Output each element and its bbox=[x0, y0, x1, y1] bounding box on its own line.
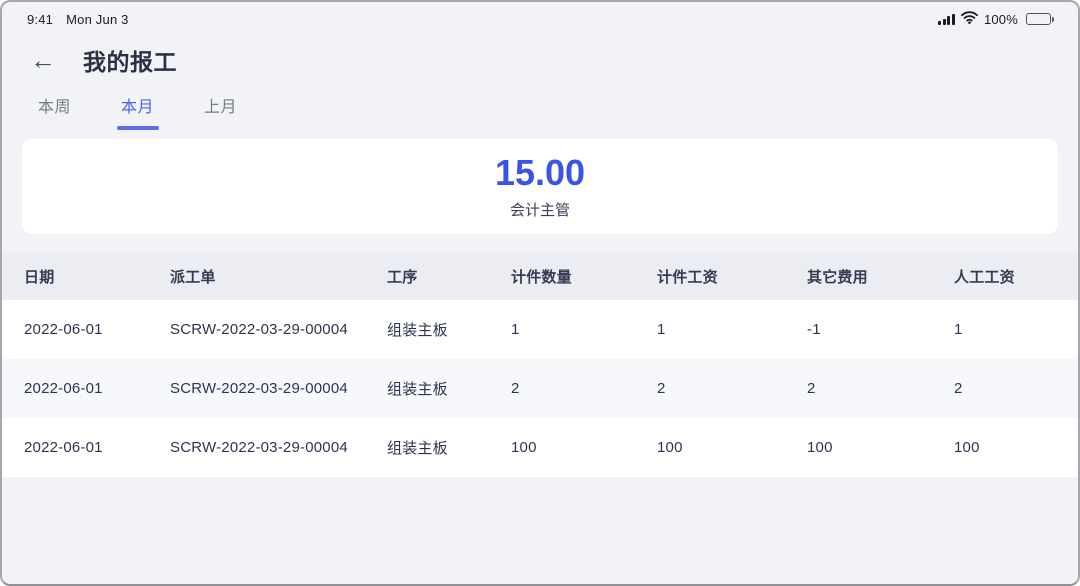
cell-process: 组装主板 bbox=[387, 378, 511, 399]
period-tabs: 本周 本月 上月 bbox=[2, 93, 1078, 130]
column-header-other-fee: 其它费用 bbox=[807, 266, 954, 287]
cell-labor-wage: 100 bbox=[954, 439, 1078, 456]
battery-percent-label: 100% bbox=[984, 12, 1018, 27]
table-row[interactable]: 2022-06-01 SCRW-2022-03-29-00004 组装主板 1 … bbox=[2, 300, 1078, 359]
column-header-date: 日期 bbox=[24, 266, 170, 287]
table-row[interactable]: 2022-06-01 SCRW-2022-03-29-00004 组装主板 10… bbox=[2, 418, 1078, 477]
cell-piece-qty: 2 bbox=[511, 380, 657, 397]
table-header-row: 日期 派工单 工序 计件数量 计件工资 其它费用 人工工资 bbox=[2, 253, 1078, 300]
tab-this-month[interactable]: 本月 bbox=[121, 93, 154, 130]
cell-other-fee: 2 bbox=[807, 380, 954, 397]
summary-total-value: 15.00 bbox=[495, 153, 585, 193]
cell-piece-wage: 2 bbox=[657, 380, 807, 397]
cell-piece-qty: 100 bbox=[511, 439, 657, 456]
column-header-labor-wage: 人工工资 bbox=[954, 266, 1078, 287]
wifi-icon bbox=[961, 11, 978, 27]
status-date: Mon Jun 3 bbox=[66, 12, 129, 27]
status-bar: 9:41 Mon Jun 3 100% bbox=[2, 2, 1078, 27]
cell-piece-qty: 1 bbox=[511, 321, 657, 338]
cell-labor-wage: 2 bbox=[954, 380, 1078, 397]
column-header-piece-wage: 计件工资 bbox=[657, 266, 807, 287]
cellular-signal-icon bbox=[938, 14, 955, 25]
summary-card: 15.00 会计主管 bbox=[22, 139, 1058, 234]
column-header-dispatch-order: 派工单 bbox=[170, 266, 387, 287]
cell-dispatch-order: SCRW-2022-03-29-00004 bbox=[170, 439, 387, 456]
cell-other-fee: -1 bbox=[807, 321, 954, 338]
cell-dispatch-order: SCRW-2022-03-29-00004 bbox=[170, 321, 387, 338]
battery-icon bbox=[1026, 13, 1054, 25]
status-time: 9:41 bbox=[27, 12, 53, 27]
table-row[interactable]: 2022-06-01 SCRW-2022-03-29-00004 组装主板 2 … bbox=[2, 359, 1078, 418]
cell-process: 组装主板 bbox=[387, 437, 511, 458]
app-screen: 9:41 Mon Jun 3 100% ← 我的报工 bbox=[0, 0, 1080, 586]
page-header: ← 我的报工 bbox=[2, 27, 1078, 77]
cell-labor-wage: 1 bbox=[954, 321, 1078, 338]
cell-date: 2022-06-01 bbox=[24, 321, 170, 338]
tab-last-month[interactable]: 上月 bbox=[204, 93, 237, 130]
column-header-process: 工序 bbox=[387, 266, 511, 287]
cell-piece-wage: 1 bbox=[657, 321, 807, 338]
column-header-piece-qty: 计件数量 bbox=[511, 266, 657, 287]
cell-process: 组装主板 bbox=[387, 319, 511, 340]
tab-this-week[interactable]: 本周 bbox=[38, 93, 71, 130]
page-title: 我的报工 bbox=[83, 43, 177, 77]
report-table: 日期 派工单 工序 计件数量 计件工资 其它费用 人工工资 2022-06-01… bbox=[2, 253, 1078, 477]
cell-dispatch-order: SCRW-2022-03-29-00004 bbox=[170, 380, 387, 397]
cell-other-fee: 100 bbox=[807, 439, 954, 456]
cell-date: 2022-06-01 bbox=[24, 380, 170, 397]
back-arrow-icon[interactable]: ← bbox=[30, 47, 56, 73]
cell-date: 2022-06-01 bbox=[24, 439, 170, 456]
summary-role-label: 会计主管 bbox=[510, 199, 570, 220]
cell-piece-wage: 100 bbox=[657, 439, 807, 456]
